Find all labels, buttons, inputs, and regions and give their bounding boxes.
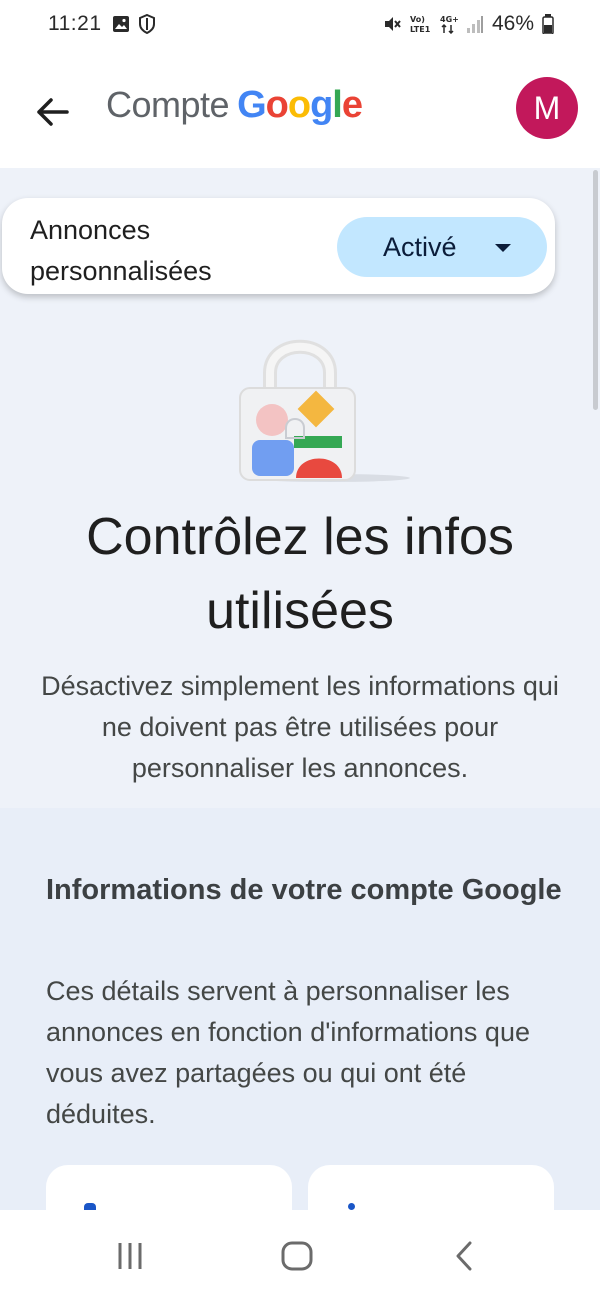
app-title-prefix: Compte: [106, 84, 230, 125]
app-title: Compte Google: [106, 84, 363, 127]
volte-icon: Vo)LTE1: [410, 15, 431, 34]
google-logo-letter: G: [237, 84, 267, 126]
google-logo-letter: l: [332, 84, 343, 126]
section-description: Ces détails servent à personnaliser les …: [46, 976, 530, 1129]
home-button[interactable]: [277, 1238, 317, 1274]
dropdown-value: Activé: [383, 231, 457, 262]
google-logo-letter: g: [310, 84, 333, 126]
mute-icon: [384, 17, 401, 31]
4g-icon: 4G+: [440, 15, 458, 34]
shield-icon: [139, 14, 155, 34]
status-time: 11:21: [48, 12, 102, 35]
status-notification-icons: [112, 14, 156, 34]
google-logo-letter: o: [287, 84, 311, 126]
svg-text:4G+: 4G+: [440, 15, 458, 24]
caret-down-icon: [495, 244, 511, 252]
status-bar: 11:21 Vo) LTE1 4G+ 46%: [0, 0, 600, 50]
google-logo-letter: e: [341, 84, 363, 126]
google-logo: Google: [237, 84, 363, 127]
recents-button[interactable]: [110, 1238, 150, 1274]
google-logo-letter: o: [265, 84, 289, 126]
battery-percent: 46%: [491, 12, 534, 35]
system-nav-bar: [0, 1210, 600, 1300]
personalized-ads-dropdown[interactable]: Activé: [337, 217, 547, 277]
recents-icon: [118, 1243, 142, 1269]
chevron-back-icon: [456, 1241, 472, 1271]
signal-icon: [466, 16, 483, 33]
gallery-icon: [113, 16, 129, 32]
main-content[interactable]: Annonces personnalisées Activé Contrôlez…: [0, 168, 600, 1210]
info-card[interactable]: [46, 1165, 292, 1210]
hero-description: Désactivez simplement les informations q…: [41, 671, 559, 783]
svg-text:Vo): Vo): [410, 15, 425, 24]
avatar[interactable]: M: [516, 77, 578, 139]
app-bar: Compte Google M: [0, 50, 600, 168]
battery-icon: [542, 14, 554, 34]
personalized-ads-card: Annonces personnalisées Activé: [2, 198, 555, 294]
scrollbar[interactable]: [593, 170, 598, 410]
arrow-back-icon: [37, 98, 69, 126]
home-icon: [281, 1241, 313, 1271]
svg-text:LTE1: LTE1: [410, 25, 431, 34]
info-icon: [348, 1203, 355, 1210]
status-system-icons: Vo) LTE1 4G+ 46%: [382, 12, 554, 36]
section-title: Informations de votre compte Google: [46, 874, 562, 906]
person-icon: [84, 1203, 96, 1210]
info-card[interactable]: [308, 1165, 554, 1210]
nav-back-button[interactable]: [444, 1238, 484, 1274]
lock-illustration: [239, 339, 410, 482]
personalized-ads-label: Annonces personnalisées: [30, 215, 212, 286]
hero-title: Contrôlez les infos utilisées: [86, 508, 514, 640]
back-button[interactable]: [24, 84, 80, 140]
